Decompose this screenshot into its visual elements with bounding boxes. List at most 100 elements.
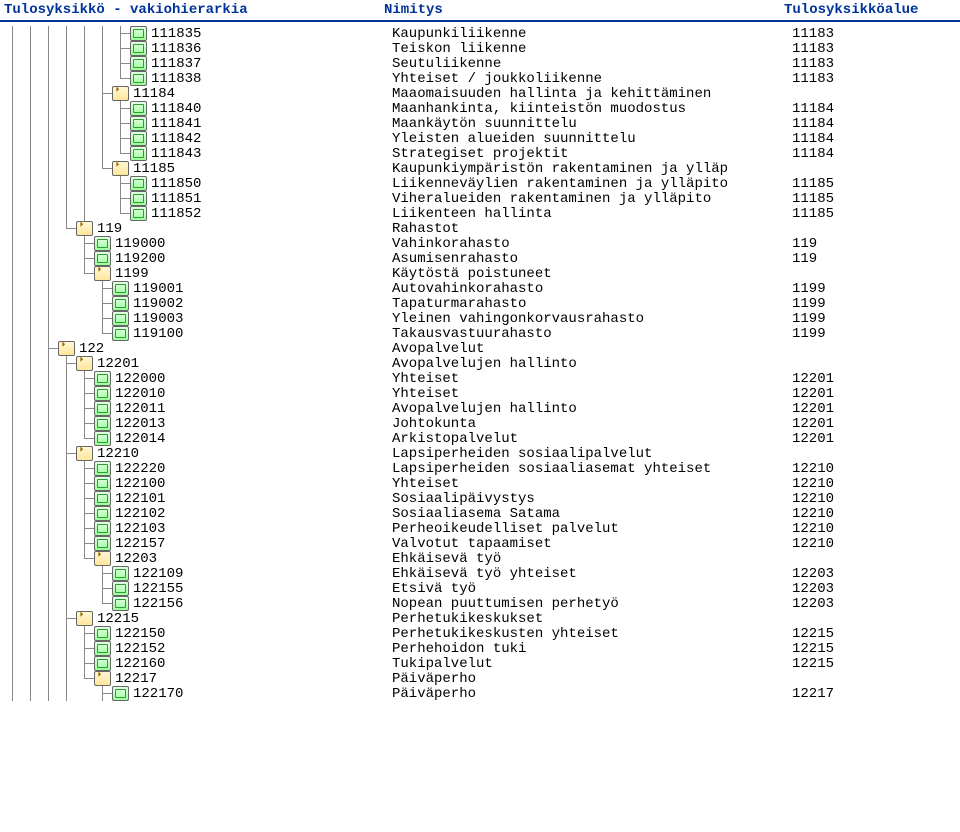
- tree-row[interactable]: 122170Päiväperho12217: [4, 686, 956, 701]
- tree-connector: [76, 251, 94, 266]
- tree-row[interactable]: 122101Sosiaalipäivystys12210: [4, 491, 956, 506]
- unit-code: 111851: [151, 191, 201, 207]
- unit-code: 122000: [115, 371, 165, 387]
- tree-connector: [4, 296, 22, 311]
- tree-row[interactable]: 111843Strategiset projektit11184: [4, 146, 956, 161]
- unit-label: Sosiaaliasema Satama: [392, 506, 560, 522]
- unit-label: Yhteiset / joukkoliikenne: [392, 71, 602, 87]
- tree-row[interactable]: 12217Päiväperho: [4, 671, 956, 686]
- tree-row[interactable]: 111838Yhteiset / joukkoliikenne11183: [4, 71, 956, 86]
- tree-connector: [22, 131, 40, 146]
- unit-label: Nopean puuttumisen perhetyö: [392, 596, 619, 612]
- tree-row[interactable]: 122156Nopean puuttumisen perhetyö12203: [4, 596, 956, 611]
- tree-connector: [22, 461, 40, 476]
- tree-connector: [22, 251, 40, 266]
- tree-row[interactable]: 122152Perhehoidon tuki12215: [4, 641, 956, 656]
- tree-connector: [4, 326, 22, 341]
- tree-row[interactable]: 122160Tukipalvelut12215: [4, 656, 956, 671]
- tree-row[interactable]: 12215Perhetukikeskukset: [4, 611, 956, 626]
- tree-row[interactable]: 12201Avopalvelujen hallinto: [4, 356, 956, 371]
- unit-code: 122156: [133, 596, 183, 612]
- tree-row[interactable]: 119000Vahinkorahasto119: [4, 236, 956, 251]
- tree-row[interactable]: 119003Yleinen vahingonkorvausrahasto1199: [4, 311, 956, 326]
- tree-connector: [4, 641, 22, 656]
- tree-row[interactable]: 111841Maankäytön suunnittelu11184: [4, 116, 956, 131]
- unit-code: 1199: [115, 266, 149, 282]
- tree-row[interactable]: 11185Kaupunkiympäristön rakentaminen ja …: [4, 161, 956, 176]
- tree-row[interactable]: 12203Ehkäisevä työ: [4, 551, 956, 566]
- tree-row[interactable]: 119100Takausvastuurahasto1199: [4, 326, 956, 341]
- tree-row[interactable]: 122220Lapsiperheiden sosiaaliasemat yhte…: [4, 461, 956, 476]
- tree-connector: [40, 686, 58, 701]
- tree-row[interactable]: 122155Etsivä työ12203: [4, 581, 956, 596]
- tree-connector: [4, 506, 22, 521]
- unit-label: Tapaturmarahasto: [392, 296, 526, 312]
- tree-connector: [22, 71, 40, 86]
- tree-connector: [58, 521, 76, 536]
- tree-connector: [112, 176, 130, 191]
- tree-row[interactable]: 111837Seutuliikenne11183: [4, 56, 956, 71]
- tree-connector: [58, 596, 76, 611]
- leaf-icon: [94, 431, 111, 446]
- tree-row[interactable]: 119200Asumisenrahasto119: [4, 251, 956, 266]
- tree-row[interactable]: 111842Yleisten alueiden suunnittelu11184: [4, 131, 956, 146]
- tree-connector: [22, 341, 40, 356]
- tree-row[interactable]: 111850Liikenneväylien rakentaminen ja yl…: [4, 176, 956, 191]
- tree-row[interactable]: 122157Valvotut tapaamiset12210: [4, 536, 956, 551]
- tree-row[interactable]: 111851Viheralueiden rakentaminen ja yllä…: [4, 191, 956, 206]
- unit-label: Arkistopalvelut: [392, 431, 518, 447]
- tree-row[interactable]: 119001Autovahinkorahasto1199: [4, 281, 956, 296]
- leaf-icon: [130, 41, 147, 56]
- tree-connector: [22, 281, 40, 296]
- unit-code: 122102: [115, 506, 165, 522]
- unit-label: Rahastot: [392, 221, 459, 237]
- header-name: Nimitys: [384, 2, 784, 18]
- tree-connector: [58, 566, 76, 581]
- tree-connector: [40, 626, 58, 641]
- leaf-icon: [112, 296, 129, 311]
- tree-row[interactable]: 122150Perhetukikeskusten yhteiset12215: [4, 626, 956, 641]
- tree-row[interactable]: 122010Yhteiset12201: [4, 386, 956, 401]
- tree-row[interactable]: 122014Arkistopalvelut12201: [4, 431, 956, 446]
- tree-row[interactable]: 122102Sosiaaliasema Satama12210: [4, 506, 956, 521]
- tree-connector: [4, 416, 22, 431]
- tree-connector: [76, 551, 94, 566]
- header-unit: Tulosyksikkö - vakiohierarkia: [4, 2, 384, 18]
- tree-row[interactable]: 111835Kaupunkiliikenne11183: [4, 26, 956, 41]
- tree-connector: [22, 221, 40, 236]
- tree-row[interactable]: 122000Yhteiset12201: [4, 371, 956, 386]
- tree-row[interactable]: 122109Ehkäisevä työ yhteiset12203: [4, 566, 956, 581]
- tree-connector: [94, 131, 112, 146]
- tree-connector: [40, 416, 58, 431]
- tree-row[interactable]: 122Avopalvelut: [4, 341, 956, 356]
- tree-connector: [40, 671, 58, 686]
- leaf-icon: [94, 536, 111, 551]
- unit-label: Kaupunkiliikenne: [392, 26, 526, 42]
- tree-connector: [22, 401, 40, 416]
- tree-row[interactable]: 119002Tapaturmarahasto1199: [4, 296, 956, 311]
- tree-row[interactable]: 111836Teiskon liikenne11183: [4, 41, 956, 56]
- tree-row[interactable]: 1199Käytöstä poistuneet: [4, 266, 956, 281]
- tree-connector: [40, 581, 58, 596]
- tree-connector: [76, 206, 94, 221]
- leaf-icon: [112, 581, 129, 596]
- tree-row[interactable]: 122011Avopalvelujen hallinto12201: [4, 401, 956, 416]
- unit-label: Avopalvelut: [392, 341, 484, 357]
- tree-connector: [58, 131, 76, 146]
- tree-connector: [76, 86, 94, 101]
- tree-connector: [22, 551, 40, 566]
- tree-connector: [22, 416, 40, 431]
- tree-row[interactable]: 111840Maanhankinta, kiinteistön muodostu…: [4, 101, 956, 116]
- tree-row[interactable]: 119Rahastot: [4, 221, 956, 236]
- tree-row[interactable]: 111852Liikenteen hallinta11185: [4, 206, 956, 221]
- tree-row[interactable]: 122100Yhteiset12210: [4, 476, 956, 491]
- tree-connector: [40, 521, 58, 536]
- tree-row[interactable]: 122013Johtokunta12201: [4, 416, 956, 431]
- tree-connector: [76, 131, 94, 146]
- unit-code: 122010: [115, 386, 165, 402]
- tree-row[interactable]: 12210Lapsiperheiden sosiaalipalvelut: [4, 446, 956, 461]
- tree-connector: [4, 281, 22, 296]
- tree-row[interactable]: 11184Maaomaisuuden hallinta ja kehittämi…: [4, 86, 956, 101]
- tree-connector: [22, 236, 40, 251]
- tree-row[interactable]: 122103Perheoikeudelliset palvelut12210: [4, 521, 956, 536]
